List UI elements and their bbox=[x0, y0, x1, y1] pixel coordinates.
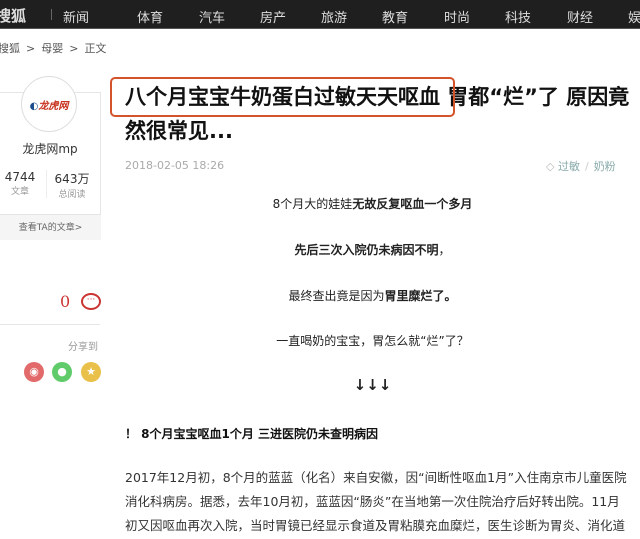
nav-item[interactable]: 体育 bbox=[137, 7, 163, 26]
stat-reads: 643万 总阅读 bbox=[54, 172, 90, 200]
lead-line: 8个月大的娃娃无故反复呕血一个多月 bbox=[272, 197, 473, 211]
article-body: 2017年12月初，8个月的蓝蓝（化名）来自安徽，因“间断性呕血1月”入住南京市… bbox=[125, 470, 627, 533]
author-name[interactable]: 龙虎网mp bbox=[0, 140, 100, 157]
nav-item[interactable]: 教育 bbox=[382, 7, 408, 26]
divider bbox=[0, 324, 100, 325]
favorite-icon[interactable]: ★ bbox=[81, 362, 101, 382]
lead-line: 一直喝奶的宝宝，胃怎么就“烂”了？ bbox=[276, 334, 469, 348]
breadcrumb-sep: > bbox=[26, 42, 36, 55]
nav-item[interactable]: 时尚 bbox=[444, 7, 470, 26]
top-nav: 搜狐 新闻 体育 汽车 房产 旅游 教育 时尚 科技 财经 娱 bbox=[0, 0, 640, 29]
nav-item[interactable]: 房产 bbox=[260, 7, 286, 26]
nav-item[interactable]: 科技 bbox=[505, 7, 531, 26]
tag[interactable]: 奶粉 bbox=[594, 160, 616, 173]
breadcrumb: 搜狐 > 母婴 > 正文 bbox=[0, 40, 112, 56]
author-logo: ◐龙虎网 bbox=[29, 100, 69, 112]
title-highlight-box bbox=[110, 77, 455, 117]
author-avatar[interactable]: ◐龙虎网 bbox=[21, 76, 77, 132]
comment-count: 0 bbox=[60, 292, 71, 311]
section-heading: ！ 8个月宝宝呕血1个月 三进医院仍未查明病因 bbox=[125, 427, 379, 441]
share-label: 分享到 bbox=[68, 342, 98, 353]
nav-item[interactable]: 娱 bbox=[628, 7, 640, 26]
sohu-logo[interactable]: 搜狐 bbox=[0, 5, 26, 26]
breadcrumb-home[interactable]: 搜狐 bbox=[0, 42, 20, 55]
wechat-icon[interactable]: ● bbox=[52, 362, 72, 382]
weibo-icon[interactable]: ◉ bbox=[24, 362, 44, 382]
tag[interactable]: 过敏 bbox=[558, 160, 580, 173]
breadcrumb-sep: > bbox=[69, 42, 79, 55]
breadcrumb-current: 正文 bbox=[84, 42, 107, 55]
divider bbox=[46, 170, 47, 198]
stat-articles: 4744 文章 bbox=[4, 170, 36, 197]
tags: ◇ 过敏 / 奶粉 bbox=[546, 160, 616, 173]
lead-line: 先后三次入院仍未病因不明， bbox=[294, 243, 451, 257]
divider bbox=[51, 9, 52, 20]
arrows: ↓↓↓ bbox=[353, 376, 392, 394]
publish-date: 2018-02-05 18:26 bbox=[125, 159, 225, 172]
nav-item[interactable]: 汽车 bbox=[199, 7, 225, 26]
lead-line: 最终查出竟是因为胃里糜烂了。 bbox=[288, 289, 457, 303]
tag-icon: ◇ bbox=[546, 160, 558, 173]
nav-item[interactable]: 旅游 bbox=[321, 7, 347, 26]
breadcrumb-parenting[interactable]: 母婴 bbox=[41, 42, 63, 55]
comment-icon[interactable]: ··· bbox=[81, 293, 101, 310]
view-articles-link[interactable]: 查看TA的文章> bbox=[0, 214, 101, 240]
nav-item[interactable]: 财经 bbox=[567, 7, 593, 26]
nav-item[interactable]: 新闻 bbox=[63, 7, 89, 26]
